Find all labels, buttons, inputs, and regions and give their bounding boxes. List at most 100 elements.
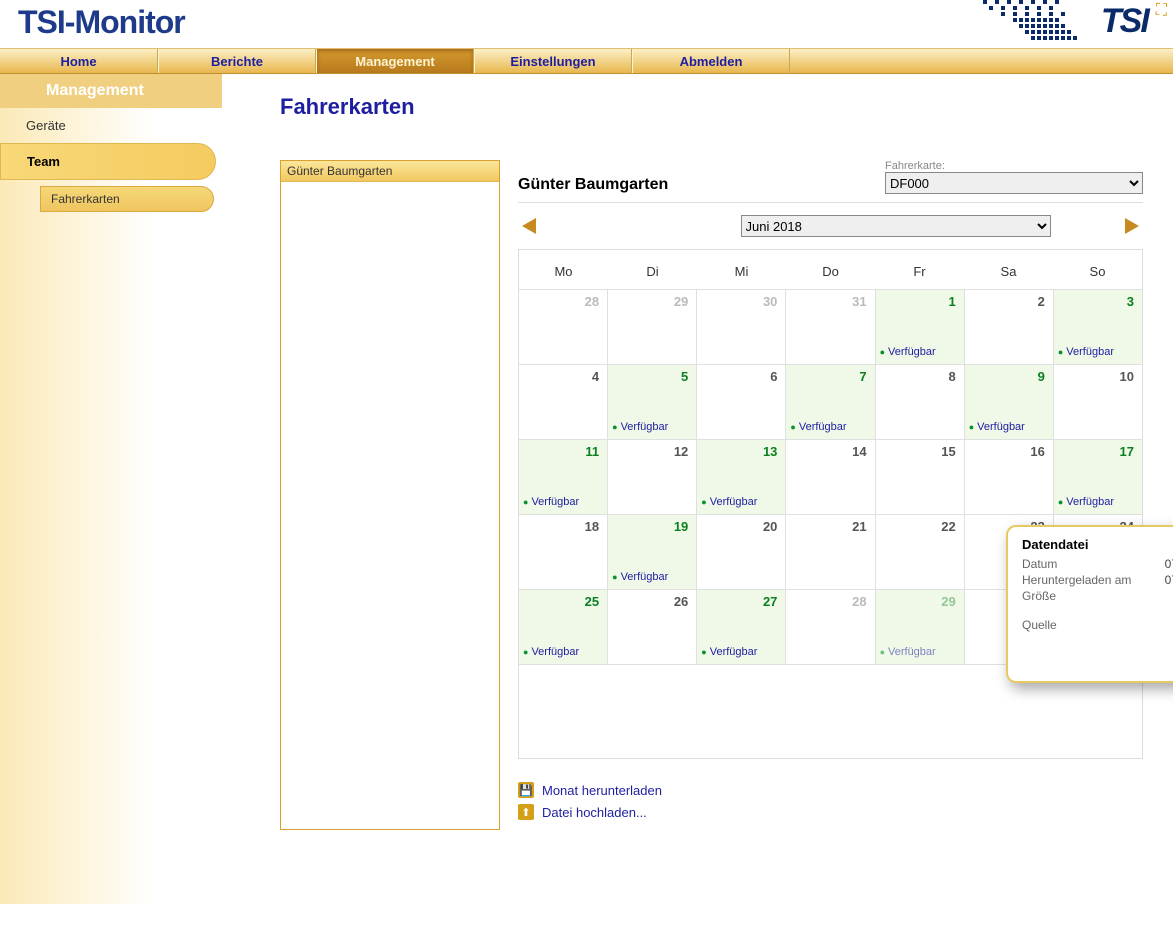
calendar-day-cell[interactable]: 1Verfügbar (876, 290, 965, 364)
month-select[interactable]: Juni 2018 (741, 215, 1051, 237)
weekday-header: Mo (519, 250, 608, 289)
day-number: 16 (1030, 444, 1044, 459)
page-heading: Fahrerkarten (280, 94, 1143, 120)
app-title: TSI-Monitor (18, 4, 185, 41)
day-number: 5 (681, 369, 688, 384)
calendar-day-cell[interactable]: 9 Verfügbar (965, 365, 1054, 439)
day-number: 29 (941, 594, 955, 609)
day-number: 17 (1120, 444, 1134, 459)
sidebar-item-team[interactable]: Team (0, 143, 216, 180)
day-number: 9 (1038, 369, 1045, 384)
calendar-day-cell: 29 (608, 290, 697, 364)
calendar-day-cell: 12 (608, 440, 697, 514)
day-number: 8 (948, 369, 955, 384)
main-content: Fahrerkarten Günter Baumgarten Günter Ba… (222, 74, 1173, 904)
calendar-day-cell: 18 (519, 515, 608, 589)
status-available: Verfügbar (1058, 346, 1114, 358)
calendar-day-cell[interactable]: 25Verfügbar (519, 590, 608, 664)
day-number: 29 (674, 294, 688, 309)
calendar-day-cell[interactable]: 19Verfügbar (608, 515, 697, 589)
day-number: 21 (852, 519, 866, 534)
nav-berichte[interactable]: Berichte (158, 49, 316, 73)
sidebar-title: Management (0, 74, 222, 108)
tooltip-downloaded-value: 07.06.2018 04:22 (1165, 573, 1173, 587)
weekday-header: So (1053, 250, 1142, 289)
nav-home[interactable]: Home (0, 49, 158, 73)
card-select-label: Fahrerkarte: (885, 160, 945, 172)
calendar-day-cell: 4 (519, 365, 608, 439)
upload-file-link[interactable]: ⬆ Datei hochladen... (518, 801, 1143, 823)
day-number: 13 (763, 444, 777, 459)
sidebar-subnav: Fahrerkarten (40, 186, 214, 212)
day-number: 7 (859, 369, 866, 384)
status-available: Verfügbar (701, 646, 757, 658)
calendar-day-cell[interactable]: 27 Verfügbar (697, 590, 786, 664)
calendar-day-cell: 6 (697, 365, 786, 439)
driver-card-select[interactable]: DF000 (885, 172, 1143, 194)
day-number: 30 (763, 294, 777, 309)
logo-text: TSI (1101, 2, 1148, 41)
download-month-label: Monat herunterladen (542, 783, 662, 798)
calendar-day-cell[interactable]: 29 Verfügbar (876, 590, 965, 664)
calendar-day-cell[interactable]: 5Verfügbar (608, 365, 697, 439)
driver-list: Günter Baumgarten (280, 160, 500, 830)
day-number: 12 (674, 444, 688, 459)
calendar-day-cell: 8 (876, 365, 965, 439)
upload-icon: ⬆ (518, 804, 534, 820)
prev-month-icon[interactable] (522, 218, 536, 234)
calendar-header: MoDiMiDoFrSaSo (519, 250, 1142, 289)
day-number: 2 (1038, 294, 1045, 309)
day-number: 22 (941, 519, 955, 534)
day-number: 14 (852, 444, 866, 459)
selected-driver-name: Günter Baumgarten (518, 176, 668, 194)
calendar-day-cell: 21 (786, 515, 875, 589)
upload-file-label: Datei hochladen... (542, 805, 647, 820)
calendar-day-cell[interactable]: 17Verfügbar (1054, 440, 1142, 514)
weekday-header: Fr (875, 250, 964, 289)
driver-list-item[interactable]: Günter Baumgarten (281, 161, 499, 182)
day-number: 6 (770, 369, 777, 384)
nav-abmelden[interactable]: Abmelden (632, 49, 790, 73)
calendar-day-cell: 20 (697, 515, 786, 589)
weekday-header: Do (786, 250, 875, 289)
status-available: Verfügbar (523, 496, 579, 508)
nav-einstellungen[interactable]: Einstellungen (474, 49, 632, 73)
calendar-day-cell: 22 (876, 515, 965, 589)
day-number: 28 (585, 294, 599, 309)
calendar-day-cell[interactable]: 7Verfügbar (786, 365, 875, 439)
day-number: 20 (763, 519, 777, 534)
sidebar: Management GeräteTeam Fahrerkarten (0, 74, 222, 904)
download-month-link[interactable]: 💾 Monat herunterladen (518, 779, 1143, 801)
fullscreen-icon[interactable]: ⛶ (1156, 2, 1167, 20)
day-number: 27 (763, 594, 777, 609)
day-number: 3 (1127, 294, 1134, 309)
calendar-day-cell: 28 (519, 290, 608, 364)
tooltip-downloaded-label: Heruntergeladen am (1022, 573, 1131, 587)
tooltip-title: Datendatei (1022, 537, 1173, 552)
sidebar-sub-fahrerkarten[interactable]: Fahrerkarten (40, 186, 214, 212)
status-available: Verfügbar (880, 646, 936, 658)
status-available: Verfügbar (969, 421, 1025, 433)
day-number: 4 (592, 369, 599, 384)
calendar-day-cell[interactable]: 3 Verfügbar (1054, 290, 1142, 364)
weekday-header: Di (608, 250, 697, 289)
logo-area: TSI ⛶ (983, 0, 1173, 42)
day-number: 31 (852, 294, 866, 309)
nav-management[interactable]: Management (316, 49, 474, 73)
calendar-day-cell[interactable]: 11Verfügbar (519, 440, 608, 514)
status-available: Verfügbar (701, 496, 757, 508)
data-file-tooltip: Datendatei Datum07.06.2018 02:00 Herunte… (1006, 525, 1173, 683)
next-month-icon[interactable] (1125, 218, 1139, 234)
day-number: 18 (585, 519, 599, 534)
sidebar-item-geräte[interactable]: Geräte (0, 108, 222, 143)
calendar-day-cell: 16 (965, 440, 1054, 514)
tooltip-date-value: 07.06.2018 02:00 (1165, 557, 1173, 571)
tooltip-size-label: Größe (1022, 589, 1056, 603)
day-number: 15 (941, 444, 955, 459)
day-number: 26 (674, 594, 688, 609)
divider (518, 202, 1143, 203)
day-number: 19 (674, 519, 688, 534)
save-icon: 💾 (518, 782, 534, 798)
calendar-day-cell: 15 (876, 440, 965, 514)
calendar-day-cell[interactable]: 13 Verfügbar (697, 440, 786, 514)
